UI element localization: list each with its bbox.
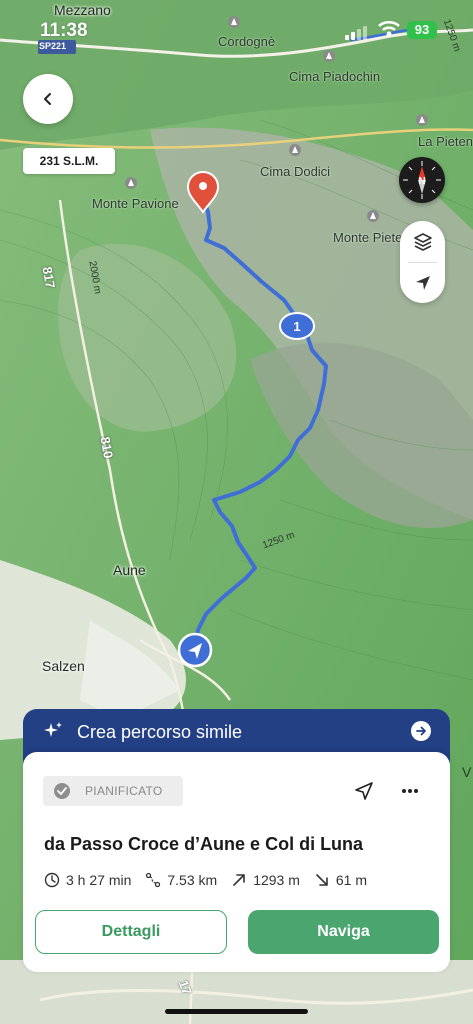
status-badge: PIANIFICATO (43, 776, 183, 806)
home-indicator[interactable] (165, 1009, 308, 1014)
distance-value: 7.53 km (167, 872, 218, 888)
distance-icon (146, 872, 161, 888)
navigate-button[interactable]: Naviga (248, 910, 439, 954)
sparkle-icon (44, 722, 62, 737)
banner-label: Crea percorso simile (77, 722, 243, 742)
duration-value: 3 h 27 min (66, 872, 132, 888)
map-label-edge: V (462, 764, 472, 780)
stat-descent: 61 m (314, 872, 367, 888)
descent-value: 61 m (335, 872, 368, 888)
map-label-aune: Aune (113, 562, 146, 578)
ascent-value: 1293 m (253, 872, 300, 888)
battery-indicator: 93 (407, 21, 437, 39)
map-label-monte-pavione: Monte Pavione (92, 196, 179, 211)
back-button[interactable] (23, 74, 73, 124)
stat-ascent: 1293 m (231, 872, 300, 888)
layers-icon (413, 232, 432, 251)
layers-button[interactable] (400, 221, 445, 262)
clock-icon (44, 872, 60, 888)
route-title: da Passo Croce d’Aune e Col di Luna (44, 834, 364, 854)
status-bar: 11:38 93 (0, 0, 473, 48)
svg-text:N: N (418, 176, 425, 187)
signal-icon (345, 26, 367, 40)
compass-icon: N (403, 161, 441, 199)
waypoint-number: 1 (293, 319, 300, 334)
compass-button[interactable]: N (399, 157, 445, 203)
share-icon[interactable] (353, 780, 375, 802)
wifi-icon (378, 21, 400, 37)
map-controls (400, 221, 445, 303)
check-circle-icon (54, 783, 70, 799)
arrow-right-icon (411, 721, 431, 741)
location-arrow-icon (415, 275, 430, 290)
start-location-icon[interactable] (177, 632, 213, 668)
details-button[interactable]: Dettagli (35, 910, 227, 954)
stat-duration: 3 h 27 min (44, 872, 131, 888)
chevron-left-icon (44, 93, 51, 105)
route-stats: 3 h 27 min 7.53 km 1293 m 61 m (44, 872, 381, 888)
map-label-salzen: Salzen (42, 658, 85, 674)
status-label: PIANIFICATO (85, 784, 163, 798)
ascent-arrow-icon (233, 874, 245, 886)
descent-arrow-icon (316, 874, 328, 886)
map-label-cima-piadochin: Cima Piadochin (289, 69, 381, 84)
locate-button[interactable] (400, 262, 445, 303)
route-card: PIANIFICATO da Passo Croce d’Aune e Col … (23, 752, 450, 972)
altitude-chip: 231 S.L.M. (23, 148, 115, 174)
map-label-la-pietena: La Pietena (418, 134, 473, 149)
map-label-cima-dodici: Cima Dodici (260, 164, 331, 179)
status-time: 11:38 (40, 20, 88, 41)
more-icon[interactable] (401, 788, 419, 794)
stat-distance: 7.53 km (145, 872, 217, 888)
